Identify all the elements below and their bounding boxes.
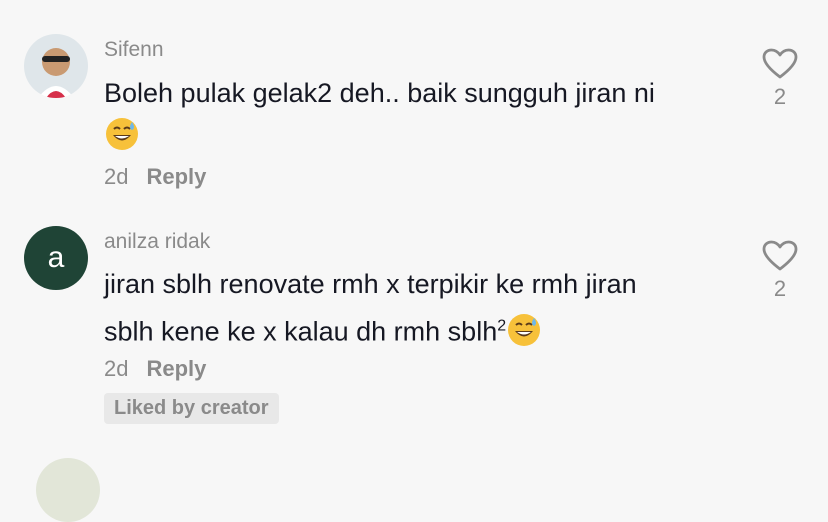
- comment-item: a anilza ridak jiran sblh renovate rmh x…: [0, 0, 828, 466]
- comment-text-line-1: jiran sblh renovate rmh x terpikir ke rm…: [104, 269, 637, 299]
- avatar[interactable]: a: [24, 226, 88, 290]
- superscript: 2: [497, 317, 507, 335]
- comment-time: 2d: [104, 356, 129, 381]
- avatar[interactable]: [36, 458, 100, 522]
- like-count: 2: [773, 276, 787, 301]
- heart-outline-icon[interactable]: [762, 240, 798, 272]
- liked-by-creator-badge: Liked by creator: [104, 393, 279, 424]
- grinning-sweat-emoji-icon: [506, 312, 542, 355]
- comment-meta: 2d Reply: [104, 356, 206, 382]
- like-button[interactable]: 2: [760, 240, 800, 302]
- comment-text-line-2-text: sblh kene ke x kalau dh rmh sblh: [104, 316, 498, 347]
- comment-username[interactable]: anilza ridak: [104, 230, 210, 254]
- reply-button[interactable]: Reply: [146, 356, 206, 382]
- comment-text-line-2: sblh kene ke x kalau dh rmh sblh2: [104, 312, 542, 355]
